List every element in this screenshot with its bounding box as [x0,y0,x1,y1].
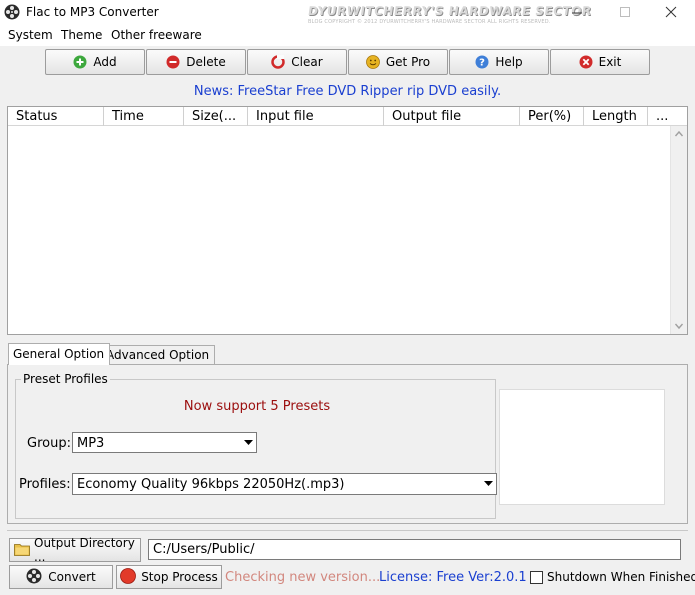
output-path-field[interactable]: C:/Users/Public/ [148,539,681,560]
stop-process-button[interactable]: Stop Process [116,565,222,589]
add-button[interactable]: Add [45,49,145,75]
menu-system[interactable]: System [8,28,53,42]
watermark-title: DYURWITCHERRY'S HARDWARE SECTOR [307,4,593,18]
help-label: Help [495,55,523,69]
preset-preview-box [499,389,665,505]
exit-label: Exit [598,55,622,69]
vertical-scrollbar[interactable] [670,126,687,334]
get-pro-button[interactable]: Get Pro [348,49,448,75]
dropdown-arrow-icon[interactable] [240,433,256,452]
minimize-icon [572,12,582,14]
convert-label: Convert [48,570,96,584]
svg-text:?: ? [479,58,485,69]
menu-theme[interactable]: Theme [61,28,102,42]
maximize-icon [620,7,630,17]
film-reel-icon[interactable] [4,4,20,20]
profiles-label: Profiles: [19,477,71,492]
shutdown-label[interactable]: Shutdown When Finished [547,570,695,584]
delete-label: Delete [186,55,226,69]
clear-label: Clear [291,55,323,69]
col-status[interactable]: Status [8,107,104,126]
col-output-file[interactable]: Output file [384,107,520,126]
checking-version-text: Checking new version... [225,570,381,585]
add-label: Add [93,55,117,69]
group-select-value: MP3 [77,436,105,451]
col-input-file[interactable]: Input file [248,107,384,126]
license-link[interactable]: License: Free Ver:2.0.1 [379,570,527,585]
output-directory-label: Output Directory ... [34,536,135,564]
watermark-copyright: BLOG COPYRIGHT © 2012 DYURWITCHERRY'S HA… [308,19,551,25]
preset-support-text: Now support 5 Presets [183,399,331,414]
col-percent[interactable]: Per(%) [520,107,584,126]
col-more[interactable]: ... [648,107,673,126]
profiles-select-value: Economy Quality 96kbps 22050Hz(.mp3) [77,477,345,492]
delete-button[interactable]: Delete [146,49,246,75]
minimize-button[interactable] [567,3,587,21]
stop-process-label: Stop Process [141,570,218,584]
profiles-select[interactable]: Economy Quality 96kbps 22050Hz(.mp3) [72,473,497,495]
scroll-up-arrow-icon[interactable] [671,126,687,142]
list-header: Status Time Size(... Input file Output f… [8,107,687,126]
col-length[interactable]: Length [584,107,648,126]
col-time[interactable]: Time [104,107,184,126]
help-button[interactable]: ? Help [449,49,549,75]
help-icon: ? [475,55,489,69]
menu-bar [0,26,695,46]
film-reel-icon [26,568,42,587]
delete-icon [166,55,180,69]
file-list[interactable]: Status Time Size(... Input file Output f… [7,106,688,335]
window-title: Flac to MP3 Converter [26,5,159,19]
clear-button[interactable]: Clear [247,49,347,75]
exit-icon [579,55,593,69]
convert-button[interactable]: Convert [9,565,113,589]
preset-profiles-legend: Preset Profiles [21,372,110,386]
output-directory-button[interactable]: Output Directory ... [9,536,141,564]
exit-button[interactable]: Exit [550,49,650,75]
shutdown-checkbox[interactable] [530,571,543,584]
smiley-icon [365,55,380,69]
group-label: Group: [27,436,71,451]
stop-icon [120,567,137,587]
close-icon [665,6,677,18]
tab-general-option[interactable]: General Option [8,343,111,365]
divider [7,530,688,531]
dropdown-arrow-icon[interactable] [480,474,496,494]
folder-icon [14,542,30,559]
news-link[interactable]: News: FreeStar Free DVD Ripper rip DVD e… [0,84,695,99]
group-select[interactable]: MP3 [72,432,257,453]
get-pro-label: Get Pro [385,55,431,69]
tab-advanced-option[interactable]: Advanced Option [101,345,216,364]
scroll-down-arrow-icon[interactable] [671,318,687,334]
close-button[interactable] [661,3,681,21]
col-size[interactable]: Size(... [184,107,248,126]
menu-other-freeware[interactable]: Other freeware [111,28,202,42]
maximize-button[interactable] [615,3,635,21]
clear-icon [271,55,286,69]
add-icon [73,55,87,69]
